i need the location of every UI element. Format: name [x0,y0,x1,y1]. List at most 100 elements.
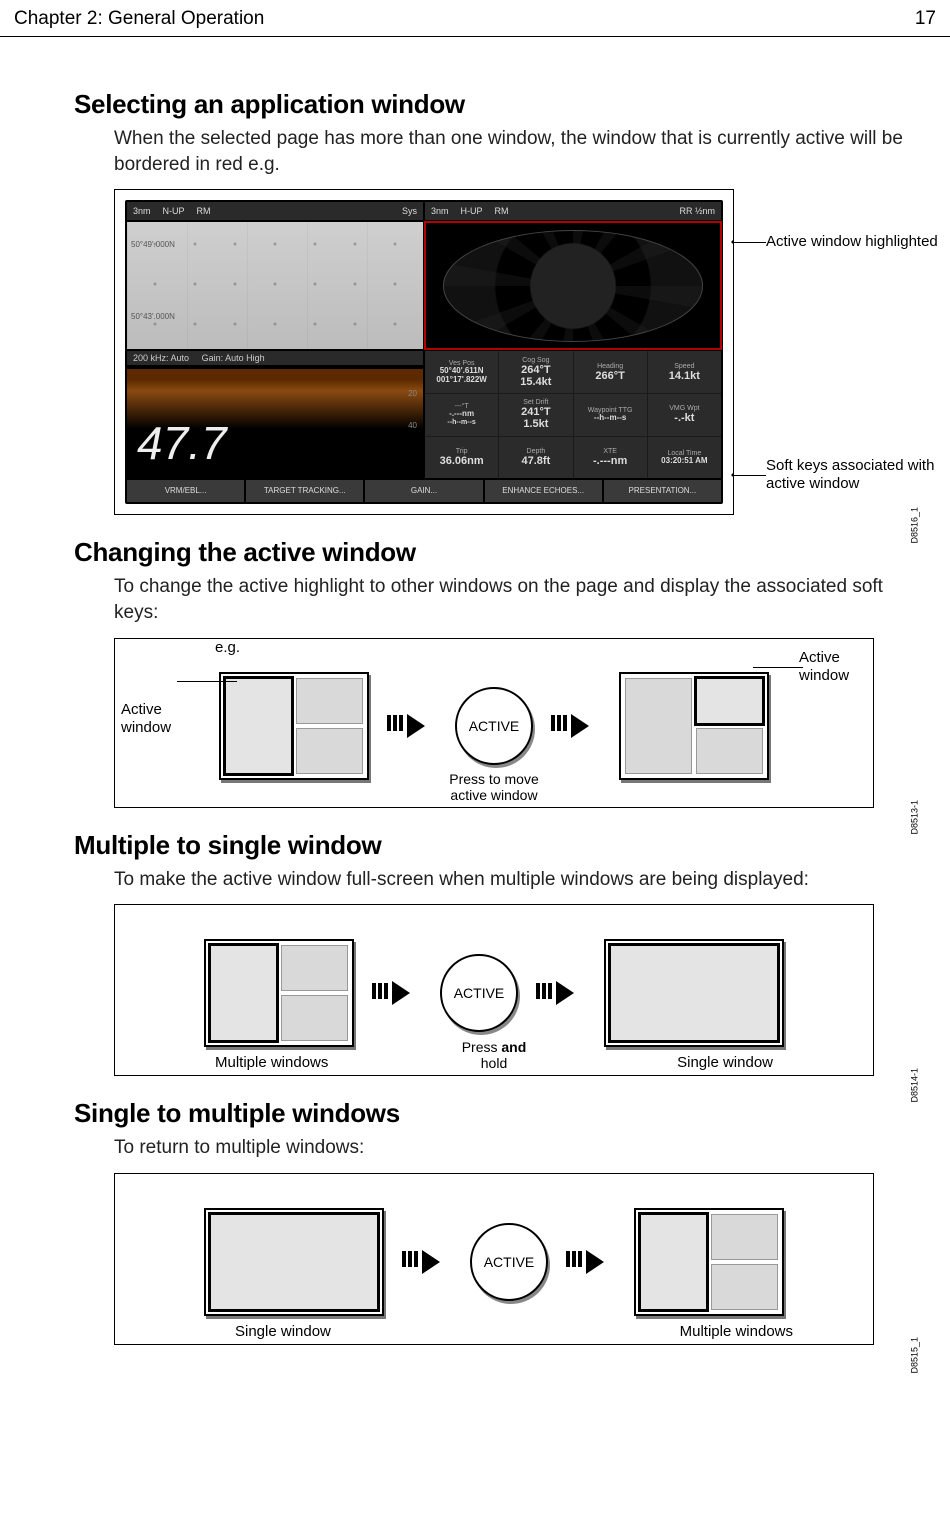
callout-active-left: Active window [121,701,191,737]
arrow-right-icon [551,714,601,738]
softkey-target-tracking[interactable]: TARGET TRACKING... [246,480,363,502]
speed-value: 14.1kt [669,370,700,382]
pane-full [610,945,778,1041]
lat-label-1: 50°49'.000N [131,240,175,249]
sys-indicator: Sys [402,206,417,216]
label-single: Single window [677,1054,773,1071]
press-hold-label: Press and hold [434,1039,554,1071]
active-button[interactable]: ACTIVE [470,1223,548,1301]
pane-active-right [696,678,763,724]
layout-single [604,939,784,1047]
figure-multi-to-single: ACTIVE Multiple windows Single window Pr… [114,904,908,1076]
heading-selecting: Selecting an application window [74,89,908,120]
active-button[interactable]: ACTIVE [455,687,533,765]
callout-active-window-text: Active window highlighted [766,233,938,250]
layout-right [619,672,769,780]
cog-value: 264°T [521,364,550,376]
sonar-scale-40: 40 [408,421,417,430]
range-right: 3nm [431,206,449,216]
orient-right: H-UP [461,206,483,216]
cogsog-label: Cog Sog [522,357,549,364]
layout-multiple [204,939,354,1047]
figure-mfd: 3nm N-UP RM Sys 3nm H-UP RM RR ½nm 50°49… [114,189,908,515]
label-single: Single window [235,1323,331,1340]
callout-active-right: Active window [799,649,869,685]
callout-active-right-text: Active window [799,649,849,684]
press-text-a: Press [462,1039,502,1055]
callout-active-left-text: Active window [121,701,171,736]
arrow-right-icon [372,981,422,1005]
xte-label: XTE [603,448,617,455]
heading-label: Heading [597,363,623,370]
softkey-gain[interactable]: GAIN... [365,480,482,502]
press-text-c: hold [481,1055,507,1071]
blank-bearing-value: -.---nm [449,410,474,419]
sonar-pane: 200 kHz: Auto Gain: Auto High 20 40 47.7 [127,351,423,478]
chart-pane: 50°49'.000N 50°43'.000N [127,222,423,349]
body-single-to-multi: To return to multiple windows: [114,1135,908,1161]
press-label: Press to move active window [434,771,554,803]
arrow-right-icon [387,714,437,738]
figure-change-active: ACTIVE e.g. Active window Active window … [114,638,908,808]
pane-full [210,1214,378,1310]
figure-code-3: D8514-1 [910,1068,920,1103]
heading-value: 266°T [595,370,624,382]
depth-value: 47.8ft [522,455,551,467]
sonar-gain: Gain: Auto High [202,353,265,363]
body-multi-to-single: To make the active window full-screen wh… [114,867,908,893]
eg-label: e.g. [215,639,240,657]
drift-value: 1.5kt [523,418,548,430]
status-bar-left: 3nm N-UP RM Sys [127,202,423,220]
pane-br [296,728,363,774]
xte-value: -.---nm [593,455,627,467]
page-number: 17 [915,8,936,30]
depth-label: Depth [527,448,546,455]
pane-left [625,678,692,774]
pane-tr [296,678,363,724]
wpttg-value: --h--m--s [594,414,626,423]
trip-value: 36.06nm [440,455,484,467]
vmg-label: VMG Wpt [669,405,699,412]
pane-active [640,1214,707,1310]
range-left: 3nm [133,206,151,216]
blank-hms: --h--m--s [447,419,475,427]
softkey-presentation[interactable]: PRESENTATION... [604,480,721,502]
layout-single [204,1208,384,1316]
page-header: Chapter 2: General Operation 17 [0,0,950,37]
data-pane: Ves Pos 50°40'.611N 001°17'.822W Cog Sog… [425,351,721,478]
callout-soft-keys: Soft keys associated with active window [766,457,950,493]
pane-tr [281,945,348,991]
lat-label-2: 50°43'.000N [131,312,175,321]
mode-left: RM [197,206,211,216]
pane-br [711,1264,778,1310]
softkey-enhance-echoes[interactable]: ENHANCE ECHOES... [485,480,602,502]
heading-single-to-multi: Single to multiple windows [74,1098,908,1129]
sog-value: 15.4kt [520,376,551,388]
pane-br [281,995,348,1041]
range-rings: RR ½nm [679,206,715,216]
sonar-scale-20: 20 [408,389,417,398]
vespos-lon: 001°17'.822W [436,376,486,385]
layout-left [219,672,369,780]
vmg-value: -.-kt [674,412,694,424]
figure-code-2: D8513-1 [910,800,920,835]
trip-label: Trip [456,448,468,455]
callout-soft-keys-text: Soft keys associated with active window [766,457,934,492]
set-value: 241°T [521,406,550,418]
softkey-vrm-ebl[interactable]: VRM/EBL... [127,480,244,502]
body-selecting: When the selected page has more than one… [114,126,908,177]
speed-label: Speed [674,363,694,370]
setdrift-label: Set Drift [523,399,548,406]
layout-multiple [634,1208,784,1316]
sonar-freq: 200 kHz: Auto [133,353,189,363]
softkey-bar: VRM/EBL... TARGET TRACKING... GAIN... EN… [127,480,721,502]
mode-right: RM [495,206,509,216]
pane-active-left [225,678,292,774]
heading-changing: Changing the active window [74,537,908,568]
status-bar-right: 3nm H-UP RM RR ½nm [425,202,721,220]
body-changing: To change the active highlight to other … [114,574,908,625]
callout-active-window: Active window highlighted [766,233,938,251]
figure-code-4: D8515_1 [910,1337,920,1374]
press-text-b: and [501,1039,526,1055]
active-button[interactable]: ACTIVE [440,954,518,1032]
